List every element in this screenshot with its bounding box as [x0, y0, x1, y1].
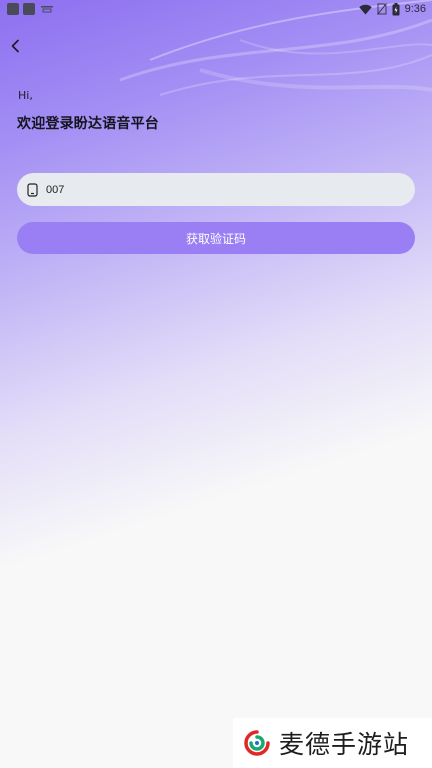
app-icon [7, 3, 19, 15]
no-sim-icon [376, 3, 387, 15]
watermark-logo-icon [244, 730, 270, 756]
status-bar-notifications [7, 3, 53, 15]
chevron-left-icon [11, 39, 19, 53]
status-bar: 9:36 [0, 0, 432, 18]
watermark: 麦德手游站 [233, 718, 432, 768]
battery-icon [392, 2, 400, 15]
app-icon [23, 3, 35, 15]
header-wave-decoration [119, 0, 432, 96]
tray-icon [41, 6, 53, 13]
phone-field[interactable] [17, 173, 415, 206]
phone-icon [27, 182, 38, 197]
phone-input[interactable] [46, 183, 386, 196]
status-time: 9:36 [404, 3, 426, 15]
page-title: 欢迎登录盼达语音平台 [17, 116, 159, 132]
status-bar-system: 9:36 [358, 1, 426, 17]
get-code-button[interactable]: 获取验证码 [17, 222, 415, 254]
back-button[interactable] [6, 36, 24, 56]
watermark-text: 麦德手游站 [279, 730, 410, 759]
wifi-icon [358, 4, 372, 14]
greeting-hi: Hi, [18, 89, 33, 102]
